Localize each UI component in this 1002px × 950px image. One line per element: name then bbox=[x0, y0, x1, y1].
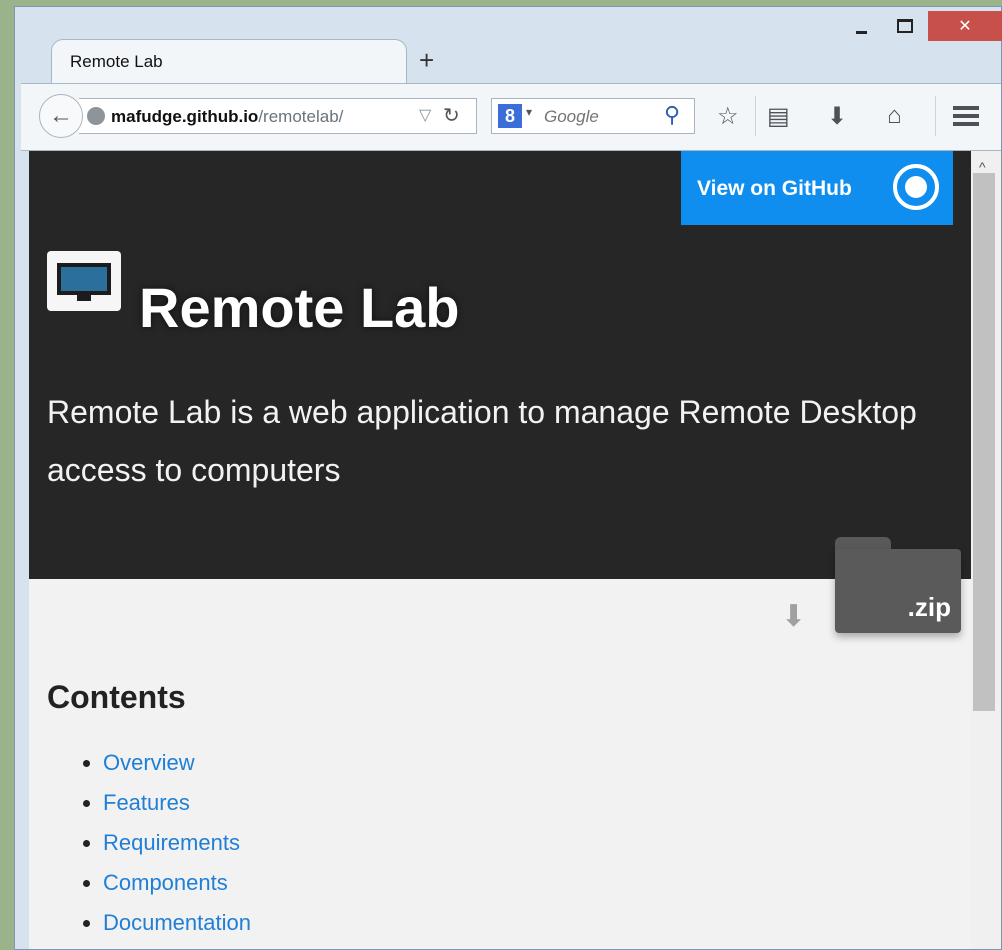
vertical-scrollbar[interactable]: ^ bbox=[971, 151, 1001, 949]
toc-link-overview[interactable]: Overview bbox=[103, 750, 195, 775]
google-icon[interactable]: 8 bbox=[498, 104, 522, 128]
browser-window: ✕ Remote Lab + mafudge.github.io/remotel… bbox=[14, 6, 1002, 950]
contents-heading: Contents bbox=[47, 679, 186, 715]
toc-link-features[interactable]: Features bbox=[103, 790, 190, 815]
close-icon: ✕ bbox=[958, 18, 972, 35]
github-button-label: View on GitHub bbox=[697, 177, 852, 200]
page-title: Remote Lab bbox=[139, 276, 460, 339]
download-zip-button[interactable]: .zip bbox=[835, 537, 961, 633]
search-bar[interactable]: 8 ▾ ⚲ bbox=[491, 98, 695, 134]
back-arrow-icon: ← bbox=[49, 102, 73, 129]
toolbar-divider bbox=[935, 96, 936, 136]
url-host: mafudge.github.io bbox=[111, 107, 259, 126]
tab-title: Remote Lab bbox=[70, 52, 163, 71]
browser-tab[interactable]: Remote Lab bbox=[51, 39, 407, 83]
toc-item: Documentation bbox=[103, 903, 251, 943]
download-arrow-icon: ⬇ bbox=[781, 600, 807, 633]
downloads-icon[interactable]: ⬇ bbox=[827, 102, 847, 131]
toc-link-requirements[interactable]: Requirements bbox=[103, 830, 240, 855]
search-icon[interactable]: ⚲ bbox=[664, 102, 680, 128]
github-icon bbox=[893, 164, 939, 210]
remote-lab-logo bbox=[47, 251, 121, 311]
toc-item: Requirements bbox=[103, 823, 251, 863]
reload-icon[interactable]: ↻ bbox=[443, 103, 460, 128]
search-input[interactable] bbox=[542, 105, 656, 129]
home-icon[interactable]: ⌂ bbox=[887, 102, 902, 130]
toc-item: Features bbox=[103, 783, 251, 823]
toc-link-documentation[interactable]: Documentation bbox=[103, 910, 251, 935]
toc-item: Components bbox=[103, 863, 251, 903]
url-path: /remotelab/ bbox=[258, 107, 344, 126]
new-tab-button[interactable]: + bbox=[419, 47, 434, 73]
back-button[interactable]: ← bbox=[39, 94, 83, 138]
page-viewport: View on GitHub Remote Lab Remote Lab is … bbox=[29, 151, 971, 949]
close-button[interactable]: ✕ bbox=[928, 11, 1002, 41]
scrollbar-thumb[interactable] bbox=[973, 173, 995, 711]
toolbar-divider bbox=[755, 96, 756, 136]
url-text: mafudge.github.io/remotelab/ bbox=[111, 107, 343, 127]
page-header: View on GitHub Remote Lab Remote Lab is … bbox=[29, 151, 971, 579]
address-bar[interactable]: mafudge.github.io/remotelab/ ▽ ↻ bbox=[79, 98, 477, 134]
folder-icon: .zip bbox=[835, 549, 961, 633]
toc-link-components[interactable]: Components bbox=[103, 870, 228, 895]
search-engine-caret-icon[interactable]: ▾ bbox=[526, 105, 532, 119]
page-description: Remote Lab is a web application to manag… bbox=[47, 394, 917, 488]
history-dropdown-icon[interactable]: ▽ bbox=[419, 105, 431, 125]
maximize-button[interactable] bbox=[885, 11, 925, 41]
zip-label: .zip bbox=[907, 592, 951, 622]
toc-item: Overview bbox=[103, 743, 251, 783]
table-of-contents: Overview Features Requirements Component… bbox=[47, 743, 251, 943]
monitor-icon bbox=[57, 263, 111, 295]
navigation-toolbar: mafudge.github.io/remotelab/ ▽ ↻ ← 8 ▾ ⚲… bbox=[21, 83, 1001, 151]
bookmarks-list-icon[interactable]: ▤ bbox=[767, 102, 790, 131]
bookmark-star-icon[interactable]: ☆ bbox=[717, 102, 739, 131]
view-on-github-button[interactable]: View on GitHub bbox=[681, 151, 953, 225]
menu-icon[interactable] bbox=[953, 106, 979, 126]
minimize-button[interactable] bbox=[841, 11, 881, 41]
globe-icon bbox=[87, 107, 105, 125]
